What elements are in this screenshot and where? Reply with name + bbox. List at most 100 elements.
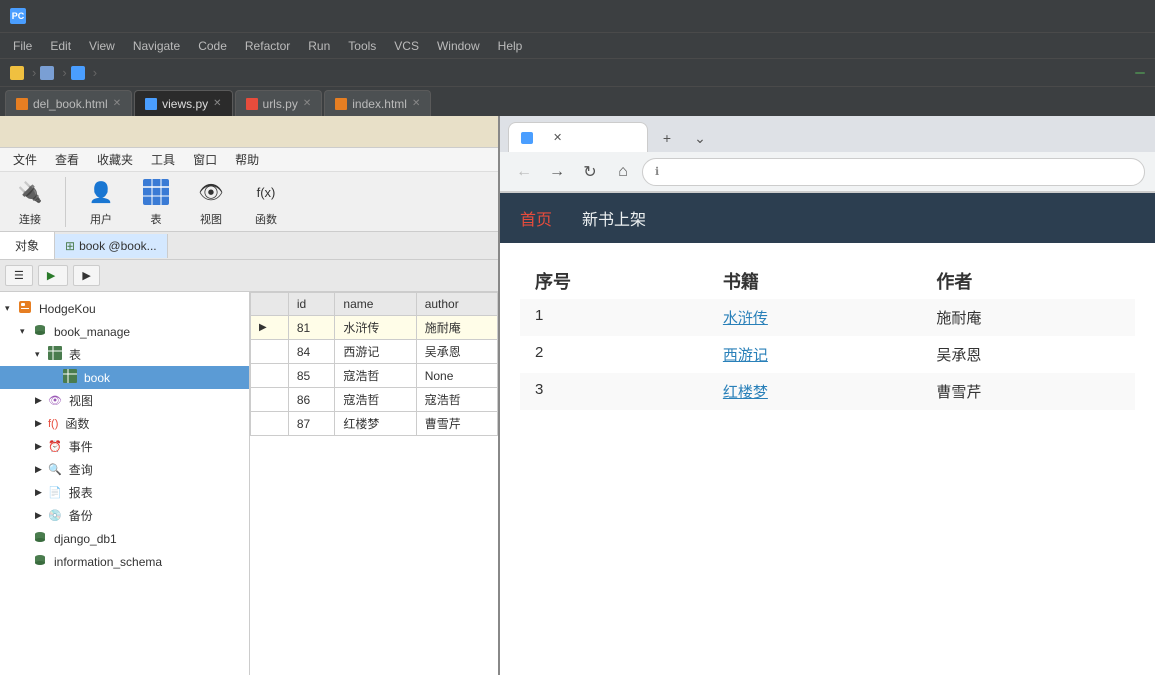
menu-item-refactor[interactable]: Refactor [237, 36, 298, 56]
tree-item-information_schema[interactable]: information_schema [0, 550, 249, 573]
navicat-toolbar: 🔌连接 👤用户表 👁视图 f(x)函数 [0, 172, 498, 232]
table-row[interactable]: ▶81水浒传施耐庵 [251, 316, 498, 340]
breadcrumb-sep-1: › [32, 65, 36, 80]
toolbar-label-视图: 视图 [200, 211, 222, 227]
reload-btn[interactable]: ↻ [576, 158, 604, 186]
navicat-menu-收藏夹[interactable]: 收藏夹 [89, 149, 141, 170]
tab-close-3[interactable]: ✕ [412, 98, 420, 109]
menu-item-help[interactable]: Help [490, 36, 531, 56]
navicat-menu-窗口[interactable]: 窗口 [185, 149, 225, 170]
nav-item-新书上架[interactable]: 新书上架 [582, 206, 646, 230]
menu-item-file[interactable]: File [5, 36, 40, 56]
object-tab-object[interactable]: 对象 [0, 232, 55, 259]
home-btn[interactable]: ⌂ [609, 158, 637, 186]
tree-label-表: 表 [69, 346, 81, 363]
cell-author-2: None [416, 364, 497, 388]
tree-item-book_manage[interactable]: ▾book_manage [0, 320, 249, 343]
tree-item-book[interactable]: book [0, 366, 249, 389]
menu-item-vcs[interactable]: VCS [386, 36, 427, 56]
tree-icon-函数: f() [48, 418, 58, 430]
tree-arrow-备份: ▶ [35, 510, 45, 521]
tree-item-查询[interactable]: ▶🔍查询 [0, 458, 249, 481]
menu-item-tools[interactable]: Tools [340, 36, 384, 56]
menu-item-run[interactable]: Run [300, 36, 338, 56]
cell-name-0: 水浒传 [335, 316, 416, 340]
tree-icon-查询: 🔍 [48, 463, 62, 476]
navicat-title-bar [0, 116, 498, 148]
table-row[interactable]: 87红楼梦曹雪芹 [251, 412, 498, 436]
tree-item-备份[interactable]: ▶💿备份 [0, 504, 249, 527]
menu-item-code[interactable]: Code [190, 36, 235, 56]
table-row[interactable]: 84西游记吴承恩 [251, 340, 498, 364]
tab-label-1: views.py [162, 97, 208, 111]
tree-item-报表[interactable]: ▶📄报表 [0, 481, 249, 504]
cell-id-0: 81 [288, 316, 335, 340]
tree-item-视图[interactable]: ▶👁视图 [0, 389, 249, 412]
content-num-0: 1 [520, 299, 708, 336]
cell-author-4: 曹雪芹 [416, 412, 497, 436]
start-transaction-btn[interactable]: ▶ [38, 265, 68, 286]
row-indicator-1 [251, 340, 289, 364]
tree-icon-django_db1 [33, 530, 47, 547]
address-bar[interactable]: ℹ [642, 158, 1145, 186]
toolbar-btn-表[interactable]: 表 [136, 176, 176, 227]
other-action-btn[interactable]: ▶ [73, 265, 99, 286]
cell-id-2: 85 [288, 364, 335, 388]
tab-views-py[interactable]: views.py ✕ [134, 90, 232, 116]
navicat-menu-查看[interactable]: 查看 [47, 149, 87, 170]
tab-label-0: del_book.html [33, 97, 108, 111]
browser-tab-close[interactable]: ✕ [553, 131, 562, 144]
content-author-0: 施耐庵 [921, 299, 1135, 336]
tree-item-表[interactable]: ▾表 [0, 343, 249, 366]
cell-id-3: 86 [288, 388, 335, 412]
toolbar-btn-用户[interactable]: 👤用户 [81, 176, 121, 227]
tab-index-html[interactable]: index.html✕ [324, 90, 431, 116]
tab-close-2[interactable]: ✕ [303, 98, 311, 109]
toolbar-btn-视图[interactable]: 👁视图 [191, 176, 231, 227]
menu-action-btn[interactable]: ☰ [5, 265, 33, 286]
content-num-2: 3 [520, 373, 708, 410]
tree-item-django_db1[interactable]: django_db1 [0, 527, 249, 550]
tree-item-HodgeKou[interactable]: ▾HodgeKou [0, 297, 249, 320]
menu-item-window[interactable]: Window [429, 36, 488, 56]
col-header-indicator [251, 293, 289, 316]
tab-urls-py[interactable]: urls.py✕ [235, 90, 323, 116]
tree-label-book: book [84, 371, 110, 385]
navicat-data-area: id name author ▶81水浒传施耐庵84西游记吴承恩85寇浩哲Non… [250, 292, 498, 675]
tab-bar: del_book.html✕views.py✕urls.py✕index.htm… [0, 86, 1155, 116]
toolbar-btn-连接[interactable]: 🔌连接 [10, 176, 50, 227]
breadcrumb-sep-3: › [93, 65, 97, 80]
navicat-tree: ▾HodgeKou▾book_manage▾表 book ▶👁视图▶f()函数▶⏰… [0, 292, 250, 675]
menu-item-navigate[interactable]: Navigate [125, 36, 188, 56]
new-tab-btn[interactable]: + [653, 124, 681, 152]
toolbar-btn-函数[interactable]: f(x)函数 [246, 176, 286, 227]
tree-item-事件[interactable]: ▶⏰事件 [0, 435, 249, 458]
content-book-0[interactable]: 水浒传 [708, 299, 922, 336]
col-header-id: id [288, 293, 335, 316]
navicat-menu-工具[interactable]: 工具 [143, 149, 183, 170]
browser-content: 首页新书上架 序号书籍作者 1水浒传施耐庵2西游记吴承恩3红楼梦曹雪芹 [500, 193, 1155, 675]
menu-item-view[interactable]: View [81, 36, 123, 56]
menu-item-edit[interactable]: Edit [42, 36, 79, 56]
table-row[interactable]: 86寇浩哲寇浩哲 [251, 388, 498, 412]
breadcrumb-bar: › › › [0, 58, 1155, 86]
navicat-menu-文件[interactable]: 文件 [5, 149, 45, 170]
nav-item-首页[interactable]: 首页 [520, 206, 552, 230]
content-book-1[interactable]: 西游记 [708, 336, 922, 373]
browser-tab-main[interactable]: ✕ [508, 122, 648, 152]
tab-close-1[interactable]: ✕ [213, 98, 221, 109]
forward-btn[interactable]: → [543, 158, 571, 186]
tab-close-0[interactable]: ✕ [113, 98, 121, 109]
navicat-menu-帮助[interactable]: 帮助 [227, 149, 267, 170]
content-row: 2西游记吴承恩 [520, 336, 1135, 373]
tree-item-函数[interactable]: ▶f()函数 [0, 412, 249, 435]
content-book-2[interactable]: 红楼梦 [708, 373, 922, 410]
object-tab-book[interactable]: ⊞ book @book... [55, 234, 168, 258]
tab-del_book-html[interactable]: del_book.html ✕ [5, 90, 132, 116]
row-indicator-2 [251, 364, 289, 388]
table-row[interactable]: 85寇浩哲None [251, 364, 498, 388]
tab-icon-2 [246, 98, 258, 110]
tab-icon-3 [335, 98, 347, 110]
back-btn[interactable]: ← [510, 158, 538, 186]
tab-list-btn[interactable]: ⌄ [686, 124, 714, 152]
